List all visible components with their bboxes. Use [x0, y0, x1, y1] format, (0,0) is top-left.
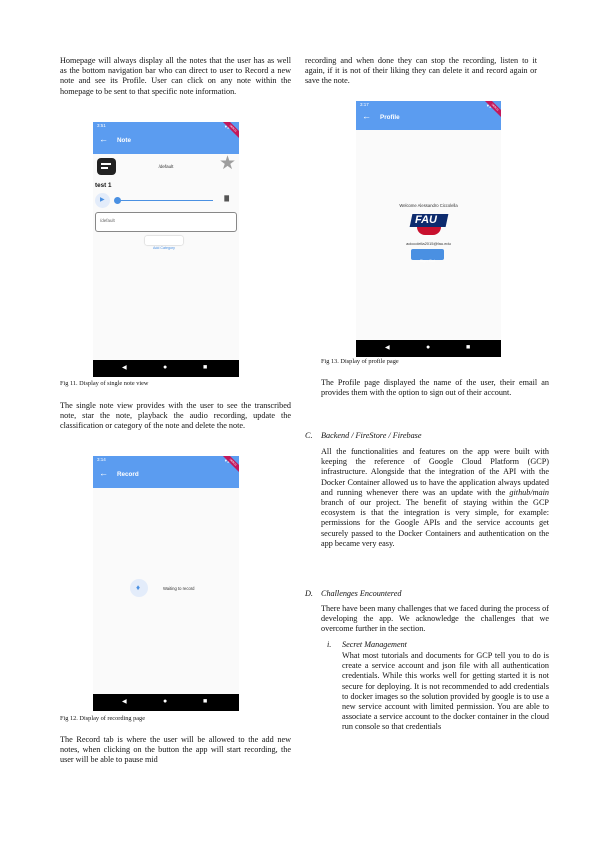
android-nav-bar: ◀ ● ■: [93, 360, 239, 377]
trash-icon[interactable]: ▇: [224, 195, 229, 202]
android-nav-bar: ◀ ● ■: [356, 340, 501, 357]
record-button[interactable]: ♦: [130, 579, 148, 597]
play-button[interactable]: ▶: [95, 193, 110, 208]
status-time: 3:17: [360, 102, 369, 107]
section-c-heading: C. Backend / FireStore / Firebase: [305, 431, 422, 441]
nav-back-icon[interactable]: ◀: [122, 697, 127, 707]
nav-recent-icon[interactable]: ■: [466, 343, 470, 353]
section-d-title: Challenges Encountered: [321, 589, 402, 598]
arrow-left-icon[interactable]: ←: [99, 468, 108, 478]
nav-home-icon[interactable]: ●: [426, 343, 430, 353]
status-time: 3:51: [97, 123, 106, 128]
paragraph-record-tab: The Record tab is where the user will be…: [60, 735, 291, 765]
subsection-i-heading: i. Secret Management: [327, 640, 407, 650]
status-bar: 3:51 ▾◢▮: [93, 122, 239, 130]
app-bar: 3:17 ▾◢▮ ← Profile DEBUG: [356, 101, 501, 130]
nav-recent-icon[interactable]: ■: [203, 697, 207, 707]
user-email: aciccolella2015@fau.edu: [406, 241, 451, 246]
fig12-caption: Fig 12. Display of recording page: [60, 715, 145, 722]
add-category-label: Add Category: [153, 246, 175, 250]
fig11-caption: Fig 11. Display of single note view: [60, 380, 149, 387]
nav-recent-icon[interactable]: ■: [203, 363, 207, 373]
arrow-left-icon[interactable]: ←: [362, 111, 371, 121]
audio-progress-slider[interactable]: [114, 197, 213, 204]
add-category-button[interactable]: Add Category: [145, 236, 183, 250]
note-category: /default: [158, 164, 174, 169]
status-bar: 3:14 ▾◢▮: [93, 456, 239, 464]
section-c-title: Backend / FireStore / Firebase: [321, 431, 422, 440]
microphone-icon: ♦: [136, 583, 141, 592]
welcome-text: Welcome Alessandro Ciccolella: [399, 203, 458, 208]
play-icon: ▶: [100, 197, 105, 203]
record-screenshot: 3:14 ▾◢▮ ← Record DEBUG ♦ Waiting to rec…: [93, 456, 239, 711]
star-icon[interactable]: ★: [219, 153, 236, 175]
section-d-label: D.: [305, 589, 313, 598]
app-bar-title: Note: [117, 137, 131, 144]
status-time: 3:14: [97, 457, 106, 462]
slider-thumb[interactable]: [114, 197, 121, 204]
category-field[interactable]: /default: [95, 212, 237, 232]
section-d-heading: D. Challenges Encountered: [305, 589, 401, 599]
paragraph-recording: recording and when done they can stop th…: [305, 56, 537, 86]
subsection-i-title: Secret Management: [342, 640, 407, 649]
note-title: test 1: [95, 182, 112, 189]
nav-home-icon[interactable]: ●: [163, 363, 167, 373]
app-bar-title: Profile: [380, 114, 400, 121]
sign-out-button[interactable]: Sign Out: [411, 249, 444, 263]
subsection-i-label: i.: [327, 640, 332, 649]
paragraph-profile: The Profile page displayed the name of t…: [321, 378, 549, 398]
paragraph-backend: All the functionalities and features on …: [321, 447, 549, 549]
sign-out-label: Sign Out: [419, 258, 436, 263]
status-bar: 3:17 ▾◢▮: [356, 101, 501, 109]
fig13-caption: Fig 13. Display of profile page: [321, 358, 399, 365]
app-bar: 3:14 ▾◢▮ ← Record DEBUG: [93, 456, 239, 488]
paragraph-single-note: The single note view provides with the u…: [60, 401, 291, 431]
note-screenshot: 3:51 ▾◢▮ ← Note DEBUG /default ★ test 1 …: [93, 122, 239, 377]
record-status: Waiting to record: [163, 586, 195, 591]
android-nav-bar: ◀ ● ■: [93, 694, 239, 711]
fau-logo: FAU: [409, 211, 449, 235]
section-c-label: C.: [305, 431, 313, 440]
logo-text: FAU: [415, 214, 437, 226]
paragraph-secret-management: What most tutorials and documents for GC…: [342, 651, 549, 732]
nav-back-icon[interactable]: ◀: [122, 363, 127, 373]
app-bar-title: Record: [117, 471, 139, 478]
category-field-value: /default: [100, 218, 115, 223]
arrow-left-icon[interactable]: ←: [99, 134, 108, 144]
nav-back-icon[interactable]: ◀: [385, 343, 390, 353]
paragraph-challenges: There have been many challenges that we …: [321, 604, 549, 634]
nav-home-icon[interactable]: ●: [163, 697, 167, 707]
paragraph-backend-part2: branch of our project. The benefit of st…: [321, 498, 549, 548]
profile-screenshot: 3:17 ▾◢▮ ← Profile DEBUG Welcome Alessan…: [356, 101, 501, 357]
app-bar: 3:51 ▾◢▮ ← Note DEBUG: [93, 122, 239, 154]
github-branch-name: github/main: [509, 487, 549, 497]
